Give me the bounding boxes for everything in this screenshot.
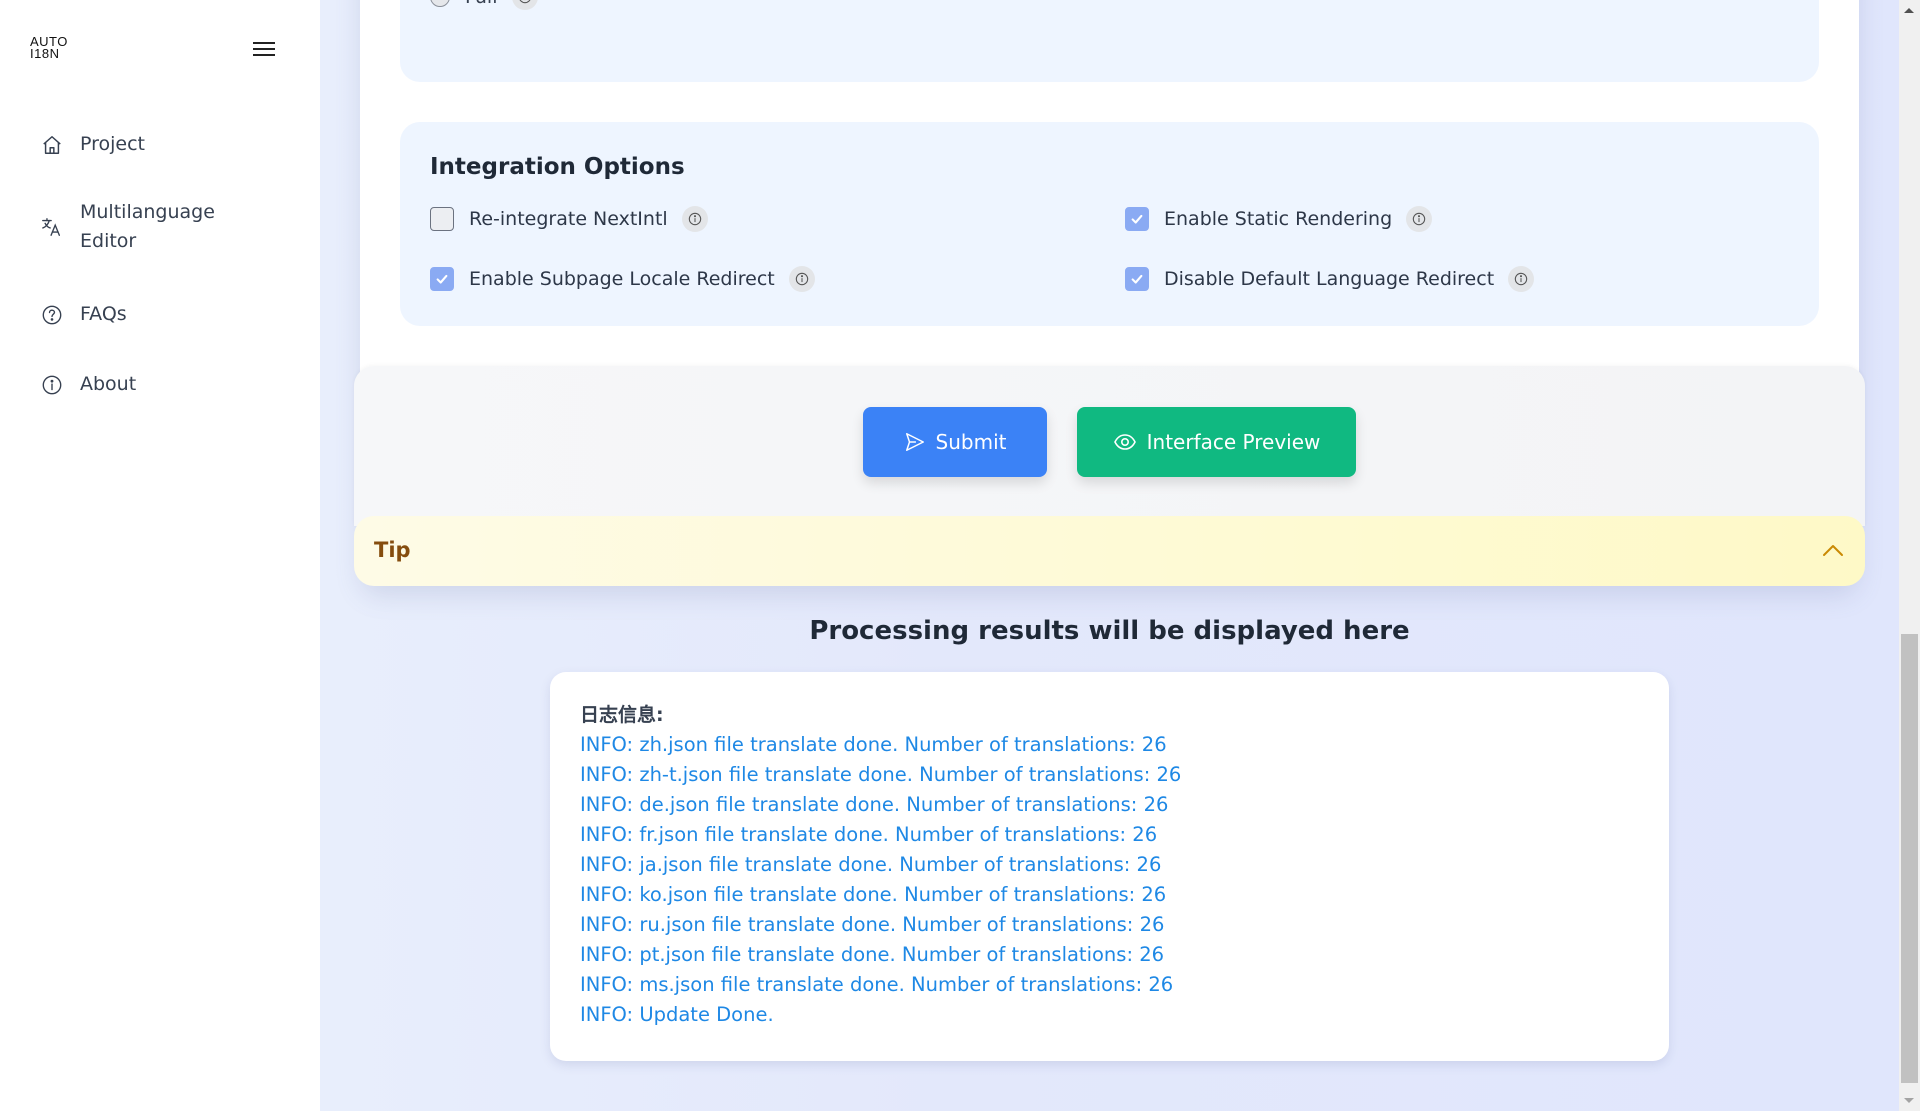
sidebar: AUTO I18N Project Multilanguage Editor F… [0, 0, 320, 1111]
scroll-up-arrow-icon[interactable] [1904, 8, 1914, 13]
option-reintegrate-nextintl[interactable]: Re-integrate NextIntl [430, 206, 708, 232]
interface-preview-button[interactable]: Interface Preview [1077, 407, 1356, 477]
log-panel: 日志信息: INFO: zh.json file translate done.… [550, 672, 1669, 1061]
send-icon [905, 433, 924, 451]
tip-label: Tip [374, 538, 411, 562]
preview-label: Interface Preview [1146, 430, 1321, 454]
results-heading: Processing results will be displayed her… [809, 616, 1410, 646]
log-line: INFO: ja.json file translate done. Numbe… [580, 853, 1162, 876]
sidebar-item-label: Project [80, 133, 146, 155]
hamburger-icon[interactable] [252, 39, 276, 59]
checkbox-label: Re-integrate NextIntl [469, 208, 668, 230]
log-line: INFO: zh-t.json file translate done. Num… [580, 763, 1182, 786]
sidebar-item-label: FAQs [80, 303, 127, 325]
submit-button[interactable]: Submit [863, 407, 1047, 477]
settings-card: Full Integration Options Re-integrate Ne… [354, 0, 1865, 586]
option-disable-default-language-redirect[interactable]: Disable Default Language Redirect [1125, 266, 1535, 292]
app-logo[interactable]: AUTO I18N [30, 35, 68, 61]
main-content: Full Integration Options Re-integrate Ne… [320, 0, 1899, 1111]
log-line: INFO: Update Done. [580, 1003, 774, 1026]
checkbox[interactable] [430, 267, 454, 291]
question-circle-icon [38, 301, 66, 329]
sidebar-item-multilanguage-editor[interactable]: Multilanguage Editor [38, 198, 230, 256]
eye-icon [1113, 434, 1136, 450]
info-icon[interactable] [1508, 266, 1535, 292]
radio-option-full[interactable]: Full [430, 0, 538, 10]
sidebar-item-about[interactable]: About [38, 370, 136, 399]
info-icon[interactable] [511, 0, 538, 10]
logo-line-2: I18N [30, 46, 60, 61]
chevron-up-icon[interactable] [1821, 540, 1845, 564]
tip-accordion[interactable]: Tip [354, 516, 1865, 586]
log-line: INFO: ms.json file translate done. Numbe… [580, 973, 1174, 996]
checkbox-label: Enable Subpage Locale Redirect [469, 268, 775, 290]
checkbox[interactable] [1125, 207, 1149, 231]
translate-icon [38, 213, 66, 241]
translation-mode-section: Full [400, 0, 1819, 82]
scroll-down-arrow-icon[interactable] [1904, 1098, 1914, 1103]
option-enable-static-rendering[interactable]: Enable Static Rendering [1125, 206, 1433, 232]
section-title: Integration Options [430, 154, 685, 180]
radio-label: Full [465, 0, 498, 8]
sidebar-item-label: Multilanguage Editor [80, 201, 215, 252]
info-icon[interactable] [681, 206, 708, 232]
info-icon[interactable] [788, 266, 815, 292]
log-line: INFO: zh.json file translate done. Numbe… [580, 733, 1167, 756]
action-bar: Submit Interface Preview [354, 366, 1865, 526]
checkbox[interactable] [430, 207, 454, 231]
sidebar-item-project[interactable]: Project [38, 130, 145, 159]
checkbox[interactable] [1125, 267, 1149, 291]
log-title: 日志信息: [580, 704, 664, 726]
home-icon [38, 131, 66, 159]
info-icon[interactable] [1406, 206, 1433, 232]
checkbox-label: Disable Default Language Redirect [1164, 268, 1495, 290]
info-circle-icon [38, 371, 66, 399]
checkbox-label: Enable Static Rendering [1164, 208, 1393, 230]
log-line: INFO: fr.json file translate done. Numbe… [580, 823, 1158, 846]
submit-label: Submit [935, 430, 1007, 454]
sidebar-item-label: About [80, 373, 137, 395]
log-line: INFO: ko.json file translate done. Numbe… [580, 883, 1167, 906]
log-line: INFO: pt.json file translate done. Numbe… [580, 943, 1165, 966]
log-line: INFO: ru.json file translate done. Numbe… [580, 913, 1165, 936]
integration-options-section: Integration Options Re-integrate NextInt… [400, 122, 1819, 326]
sidebar-item-faqs[interactable]: FAQs [38, 300, 127, 329]
log-line: INFO: de.json file translate done. Numbe… [580, 793, 1169, 816]
radio-button[interactable] [430, 0, 450, 7]
option-enable-subpage-locale-redirect[interactable]: Enable Subpage Locale Redirect [430, 266, 815, 292]
scrollbar-thumb[interactable] [1901, 634, 1918, 1083]
page-scrollbar[interactable] [1899, 0, 1920, 1111]
